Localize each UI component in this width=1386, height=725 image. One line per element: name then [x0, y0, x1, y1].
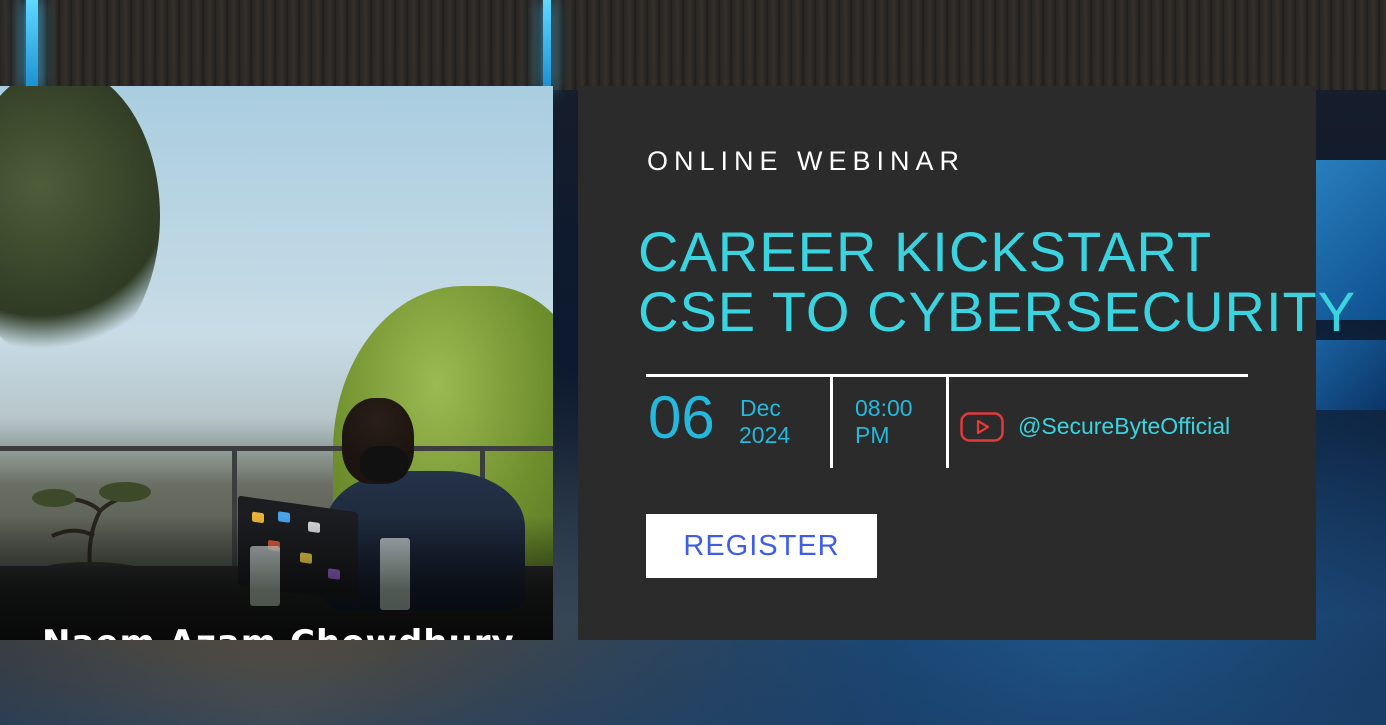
background-ceiling — [0, 0, 1386, 90]
photo-caption-shade — [0, 516, 553, 640]
event-day: 06 — [648, 384, 715, 451]
event-time-period: PM — [855, 422, 890, 448]
background-floor — [0, 635, 1386, 725]
channel-handle[interactable]: @SecureByteOfficial — [1018, 413, 1230, 440]
background-light-strip — [543, 0, 551, 90]
background-light-strip — [26, 0, 38, 90]
webinar-banner: Naem Azam Chowdhury (CyberSecurity Resea… — [0, 0, 1386, 725]
event-type-label: ONLINE WEBINAR — [647, 146, 966, 176]
details-separator — [946, 376, 949, 468]
speaker-photo: Naem Azam Chowdhury (CyberSecurity Resea… — [0, 86, 553, 640]
event-title-line-2: CSE TO CYBERSECURITY — [638, 280, 1357, 343]
details-separator — [830, 376, 833, 468]
event-info-panel: ONLINE WEBINAR CAREER KICKSTART CSE TO C… — [578, 86, 1355, 640]
speaker-name: Naem Azam Chowdhury — [42, 623, 515, 640]
event-year: 2024 — [739, 422, 791, 448]
youtube-icon — [960, 412, 1004, 442]
photo-tree — [0, 86, 160, 366]
event-time: 08:00 — [855, 395, 913, 421]
photo-face-mask — [360, 446, 408, 482]
photo-railing — [0, 446, 553, 451]
event-month: Dec — [740, 395, 781, 421]
background-monitor — [1316, 340, 1386, 410]
event-title-line-1: CAREER KICKSTART — [638, 220, 1213, 283]
register-button[interactable]: REGISTER — [646, 514, 877, 578]
